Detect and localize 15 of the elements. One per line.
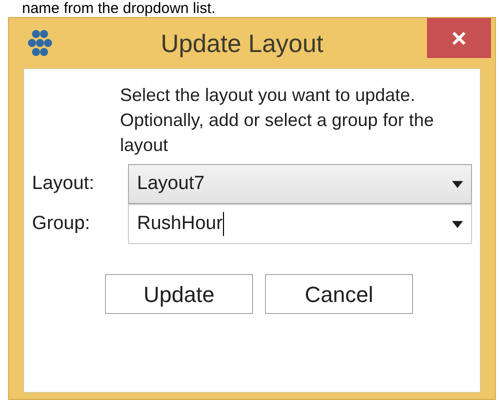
text-cursor — [222, 212, 224, 236]
dialog-button[interactable]: Cancel — [265, 274, 413, 314]
field-label: Layout: — [32, 172, 96, 196]
close-button[interactable]: × — [427, 18, 491, 58]
field-value: RushHour — [137, 212, 223, 236]
group-combo-field[interactable]: RushHour — [128, 204, 472, 244]
field-value: Layout7 — [137, 172, 205, 196]
dropdown-arrow-icon — [452, 220, 463, 228]
field-label: Group: — [32, 212, 92, 236]
window-title: Update Layout — [160, 29, 324, 60]
dropdown-arrow-icon — [452, 180, 463, 188]
dialog-button[interactable]: Update — [105, 274, 253, 314]
layout-dropdown[interactable]: Layout7 — [128, 164, 472, 204]
document-text: name from the dropdown list. — [21, 0, 216, 17]
instructions-text: Select the layout you want to update. Optionally, add or select a group for the layout — [120, 84, 435, 157]
